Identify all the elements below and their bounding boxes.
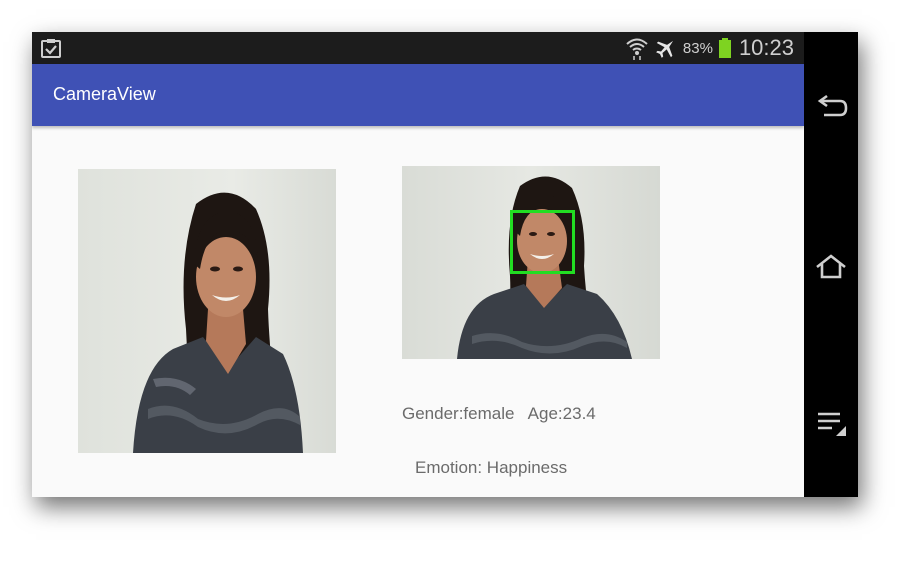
wifi-icon bbox=[626, 38, 648, 60]
screen: 83% 10:23 CameraView Gender:female Age:2… bbox=[32, 32, 804, 497]
detected-photo bbox=[402, 166, 660, 359]
status-bar: 83% 10:23 bbox=[32, 32, 804, 64]
app-bar: CameraView bbox=[32, 64, 804, 126]
clipboard-check-icon bbox=[41, 39, 61, 58]
clock: 10:23 bbox=[738, 35, 794, 60]
face-bounding-box bbox=[510, 210, 575, 274]
battery-icon bbox=[718, 38, 731, 58]
recent-apps-icon[interactable] bbox=[814, 406, 848, 440]
airplane-mode-icon bbox=[656, 40, 673, 58]
battery-percent: 83% bbox=[682, 39, 713, 57]
gender-age-label: Gender:female Age:23.4 bbox=[402, 404, 596, 423]
emotion-label: Emotion: Happiness bbox=[415, 458, 568, 477]
home-icon[interactable] bbox=[814, 250, 848, 284]
navigation-bar bbox=[804, 32, 858, 497]
device-frame: 83% 10:23 CameraView Gender:female Age:2… bbox=[32, 32, 858, 497]
app-title: CameraView bbox=[53, 84, 156, 104]
back-icon[interactable] bbox=[814, 92, 848, 126]
status-icons: 83% 10:23 bbox=[625, 32, 794, 64]
source-photo bbox=[78, 169, 336, 453]
